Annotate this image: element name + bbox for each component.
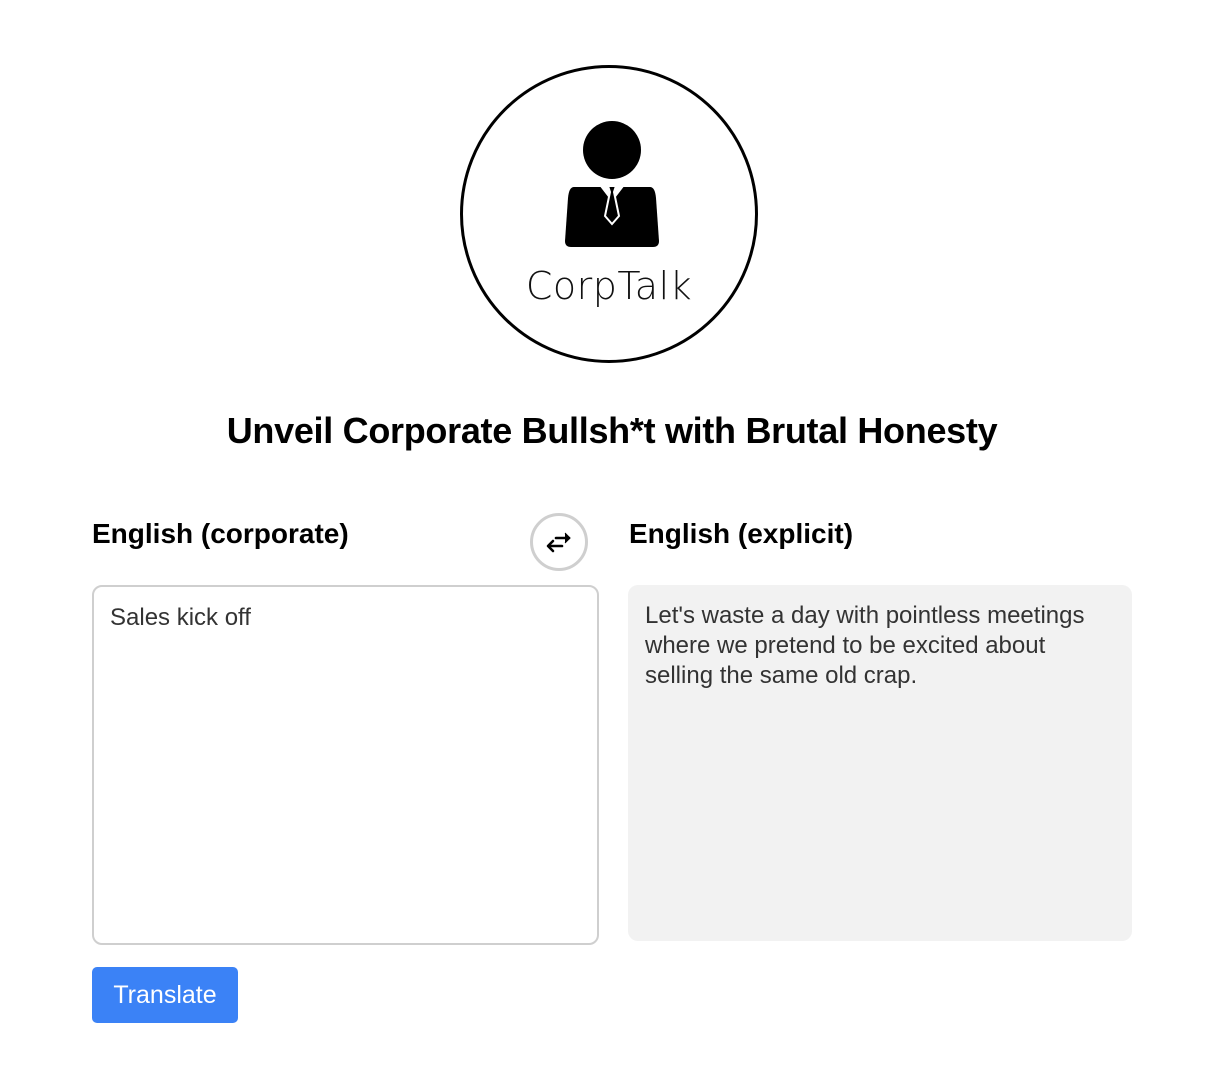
translate-button[interactable]: Translate xyxy=(92,967,238,1023)
swap-languages-button[interactable] xyxy=(530,513,588,571)
businessman-icon xyxy=(565,121,659,247)
source-language-label: English (corporate) xyxy=(92,518,349,549)
page-title: Unveil Corporate Bullsh*t with Brutal Ho… xyxy=(226,410,998,451)
corptalk-logo: CorpTalk xyxy=(460,65,758,363)
swap-arrows-icon xyxy=(546,532,571,553)
translation-output: Let's waste a day with pointless meeting… xyxy=(628,585,1132,941)
source-text-input[interactable]: Sales kick off xyxy=(92,585,599,945)
logo-wordmark: CorpTalk xyxy=(525,264,693,308)
page: CorpTalk Unveil Corporate Bullsh*t with … xyxy=(0,0,1218,1092)
target-language-label: English (explicit) xyxy=(629,518,854,549)
